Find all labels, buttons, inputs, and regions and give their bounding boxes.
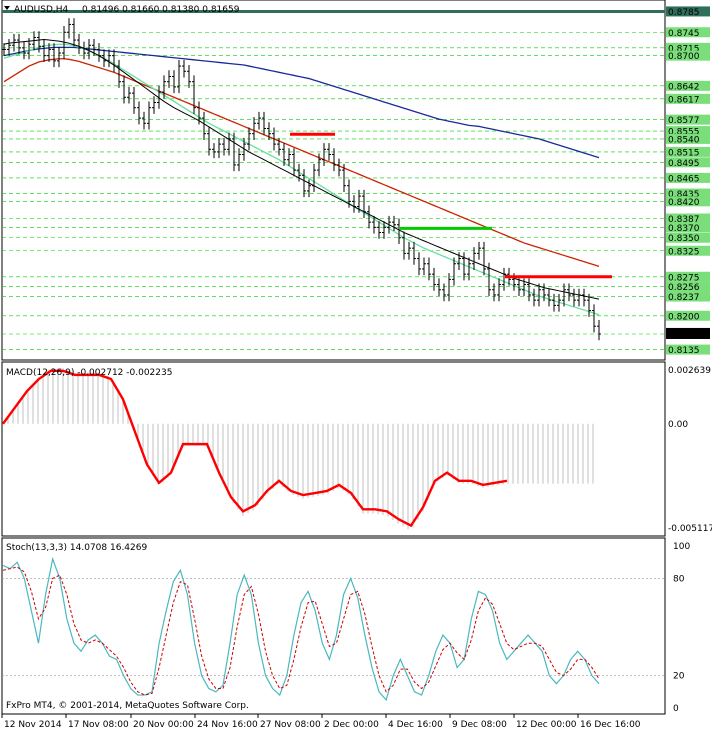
x-tick-label: 12 Dec 00:00: [516, 720, 577, 730]
level-label: 0.8135: [668, 346, 700, 356]
level-label: 0.8745: [668, 29, 700, 39]
x-tick-label: 9 Dec 08:00: [452, 720, 507, 730]
level-label: 0.8617: [668, 95, 700, 105]
x-tick-label: 12 Nov 2014: [4, 720, 62, 730]
macd-tick-label: -0.005117: [668, 524, 712, 534]
macd-tick-label: 0.002639: [668, 366, 711, 376]
x-tick-label: 20 Nov 00:00: [133, 720, 194, 730]
ohlc-label: 0.81496 0.81660 0.81380 0.81659: [82, 5, 240, 15]
x-tick-label: 17 Nov 08:00: [68, 720, 129, 730]
x-tick-label: 2 Dec 00:00: [324, 720, 379, 730]
background: [0, 0, 712, 732]
stoch-tick-label: 20: [673, 672, 685, 682]
chart-root: 0.87850.87450.87150.87000.86420.86170.85…: [0, 0, 712, 732]
level-label: 0.8420: [668, 198, 700, 208]
x-tick-label: 24 Nov 16:00: [197, 720, 258, 730]
level-label: 0.8200: [668, 312, 700, 322]
x-tick-label: 16 Dec 16:00: [580, 720, 641, 730]
footer-copyright: FxPro MT4, © 2001-2014, MetaQuotes Softw…: [6, 701, 249, 711]
level-label: 0.8540: [668, 135, 700, 145]
level-label: 0.8325: [668, 247, 700, 257]
level-label: 0.8642: [668, 82, 700, 92]
level-label: 0.8577: [668, 116, 700, 126]
x-tick-label: 4 Dec 16:00: [388, 720, 443, 730]
stoch-tick-label: 0: [673, 704, 679, 714]
macd-tick-label: 0.00: [668, 420, 688, 430]
macd-title: MACD(12,26,9) -0.002712 -0.002235: [6, 368, 172, 378]
level-label: 0.8785: [668, 8, 700, 18]
level-label: 0.8237: [668, 293, 700, 303]
stoch-tick-label: 100: [673, 542, 690, 552]
x-tick-label: 27 Nov 08:00: [260, 720, 321, 730]
level-label: 0.8515: [668, 148, 700, 158]
stoch-title: Stoch(13,3,3) 14.0708 16.4269: [6, 543, 147, 553]
level-label: 0.8465: [668, 174, 700, 184]
level-label: 0.8350: [668, 234, 700, 244]
level-label: 0.8700: [668, 52, 700, 62]
level-label: 0.8495: [668, 159, 700, 169]
current-price-label: 0.81659: [668, 329, 705, 339]
stoch-tick-label: 80: [673, 574, 685, 584]
chart-title: AUDUSD,H4: [14, 5, 69, 15]
level-label: 0.8370: [668, 224, 700, 234]
